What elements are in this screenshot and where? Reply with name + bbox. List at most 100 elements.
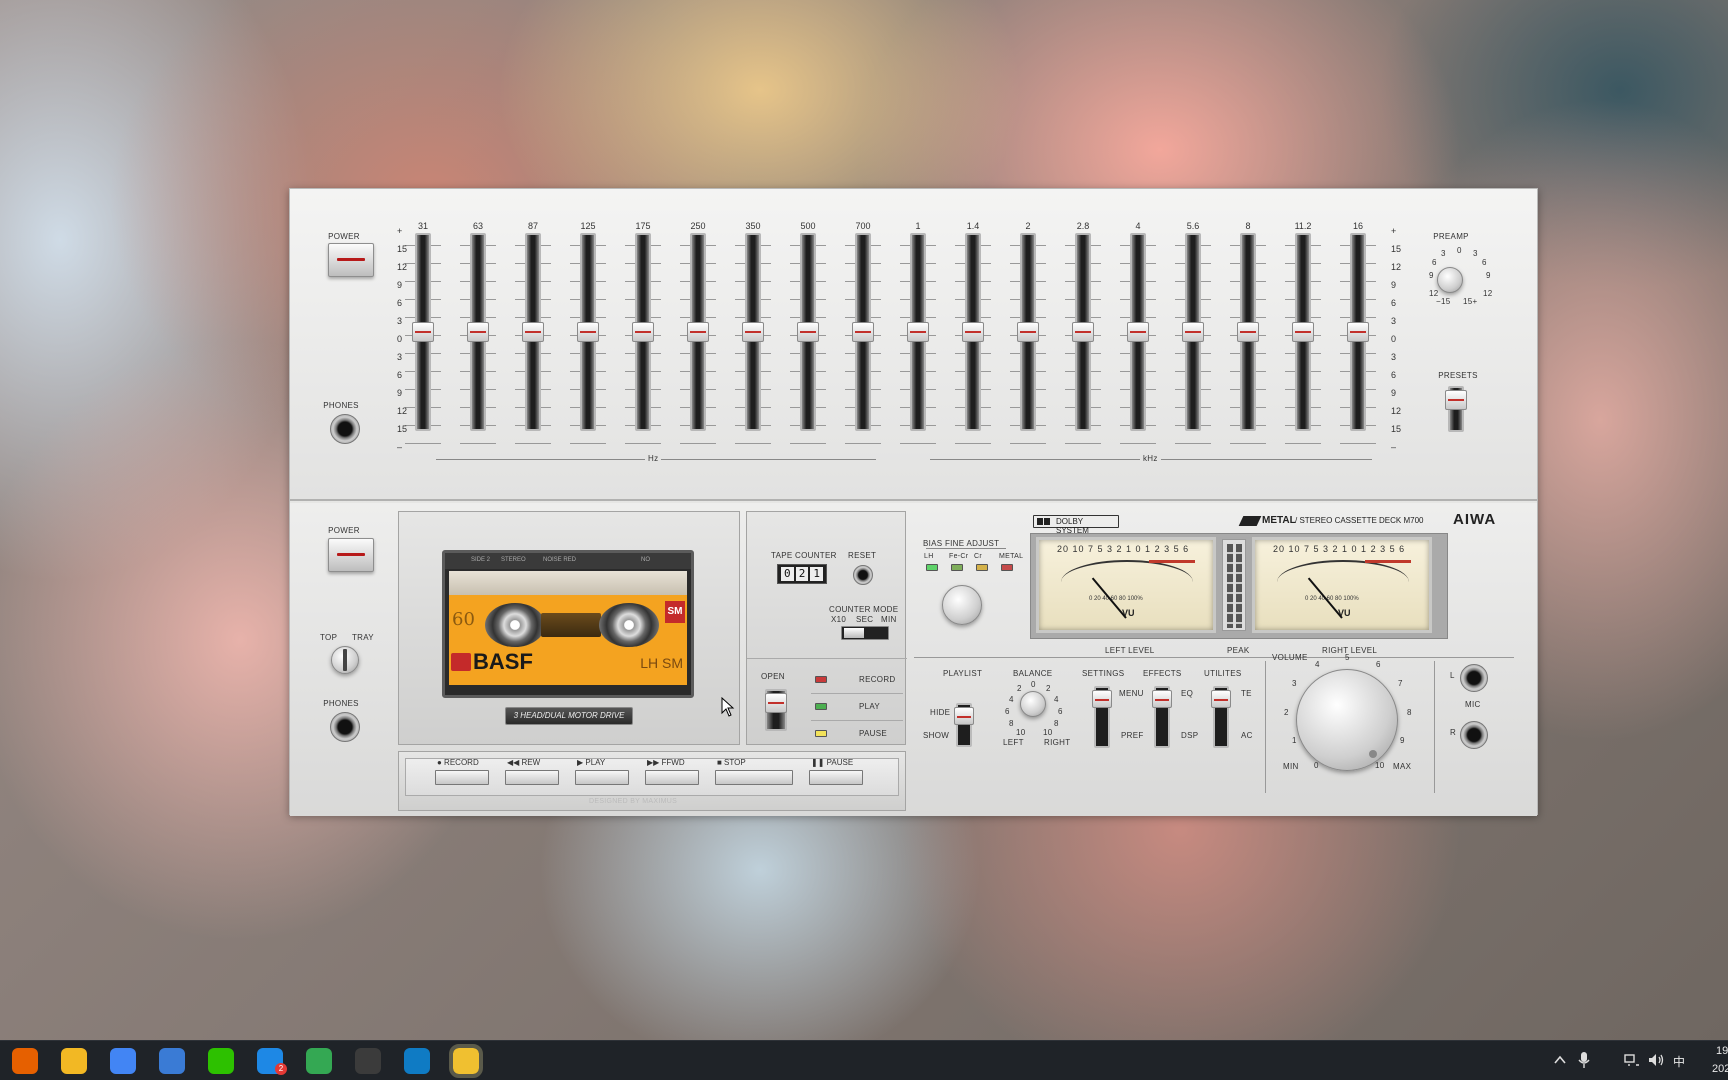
microphone-icon[interactable] [1578, 1051, 1590, 1069]
clock-date[interactable]: 2022 [1712, 1063, 1728, 1075]
eq-slider-500[interactable] [797, 233, 819, 431]
counter-digit-1: 0 [781, 567, 794, 581]
transport-button-4[interactable] [715, 770, 793, 785]
record-indicator-led [815, 676, 827, 683]
brand-logo: AIWA [1453, 511, 1497, 528]
sublime-icon[interactable] [355, 1048, 381, 1074]
preamp-knob[interactable] [1437, 267, 1463, 293]
eq-scale-mark: 15 [397, 424, 408, 434]
chrome-2-icon[interactable] [306, 1048, 332, 1074]
bias-type-label: LH [924, 553, 934, 560]
eq-slider-knob[interactable] [687, 322, 709, 342]
volume-min-label: MIN [1283, 762, 1299, 771]
eq-slider-700[interactable] [852, 233, 874, 431]
eq-slider-2.8[interactable] [1072, 233, 1094, 431]
eq-slider-31[interactable] [412, 233, 434, 431]
settings-switch[interactable] [1092, 686, 1112, 748]
eq-slider-5.6[interactable] [1182, 233, 1204, 431]
eq-slider-knob[interactable] [632, 322, 654, 342]
eq-slider-knob[interactable] [412, 322, 434, 342]
eq-slider-175[interactable] [632, 233, 654, 431]
eq-power-button[interactable] [328, 243, 374, 277]
eq-slider-2[interactable] [1017, 233, 1039, 431]
eq-band-label: 700 [855, 221, 871, 231]
bias-led[interactable] [976, 564, 988, 571]
eq-slider-16[interactable] [1347, 233, 1369, 431]
eq-slider-knob[interactable] [1127, 322, 1149, 342]
eq-scale-mark: – [1391, 442, 1397, 452]
eq-tick [735, 443, 771, 444]
eq-slider-knob[interactable] [742, 322, 764, 342]
tape-deck-section: POWER TOP TRAY PHONES SIDE 2 STEREO NOIS… [290, 503, 1537, 816]
network-icon[interactable] [1624, 1053, 1640, 1067]
right-vu-scale: 20 10 7 5 3 2 1 0 1 2 3 5 6 [1273, 544, 1406, 554]
eq-slider-knob[interactable] [577, 322, 599, 342]
bias-knob[interactable] [942, 585, 982, 625]
deck-power-button[interactable] [328, 538, 374, 572]
open-switch[interactable] [765, 689, 787, 731]
counter-mode-switch[interactable] [841, 626, 889, 640]
playlist-switch[interactable] [954, 703, 974, 747]
wechat-icon[interactable] [208, 1048, 234, 1074]
eq-slider-4[interactable] [1127, 233, 1149, 431]
eq-band-label: 87 [527, 221, 538, 231]
eq-slider-knob[interactable] [1237, 322, 1259, 342]
eq-slider-knob[interactable] [797, 322, 819, 342]
eq-scale-mark: 0 [397, 334, 403, 344]
eq-slider-knob[interactable] [962, 322, 984, 342]
eq-slider-63[interactable] [467, 233, 489, 431]
edge-icon[interactable] [404, 1048, 430, 1074]
audio-app-icon[interactable] [449, 1044, 483, 1078]
volume-icon[interactable] [1647, 1052, 1665, 1068]
chevron-up-icon[interactable] [1554, 1055, 1566, 1065]
feishu-icon[interactable] [159, 1048, 185, 1074]
utilites-switch[interactable] [1211, 686, 1231, 748]
transport-button-3[interactable] [645, 770, 699, 785]
eq-slider-knob[interactable] [1017, 322, 1039, 342]
balance-mark-l8: 8 [1009, 719, 1014, 728]
bias-led[interactable] [951, 564, 963, 571]
eq-slider-knob[interactable] [1182, 322, 1204, 342]
bias-led[interactable] [926, 564, 938, 571]
transport-button-2[interactable] [575, 770, 629, 785]
effects-switch[interactable] [1152, 686, 1172, 748]
bias-led[interactable] [1001, 564, 1013, 571]
transport-button-0[interactable] [435, 770, 489, 785]
vol-mark-4: 4 [1315, 660, 1320, 669]
balance-label: BALANCE [1013, 669, 1053, 678]
file-explorer-icon[interactable] [61, 1048, 87, 1074]
balance-knob[interactable] [1020, 691, 1046, 717]
eq-slider-8[interactable] [1237, 233, 1259, 431]
cassette-window[interactable]: SIDE 2 STEREO NOISE RED NO 60 SM BASF LH… [442, 550, 694, 698]
eq-slider-knob[interactable] [1347, 322, 1369, 342]
designer-credit: DESIGNED BY MAXIMUS [589, 798, 678, 805]
eq-slider-250[interactable] [687, 233, 709, 431]
eq-slider-knob[interactable] [852, 322, 874, 342]
firefox-icon[interactable] [12, 1048, 38, 1074]
volume-knob[interactable] [1296, 669, 1398, 771]
chrome-icon[interactable] [110, 1048, 136, 1074]
eq-scale-mark: 9 [1391, 280, 1397, 290]
presets-switch[interactable] [1445, 386, 1467, 432]
eq-slider-knob[interactable] [1072, 322, 1094, 342]
transport-button-5[interactable] [809, 770, 863, 785]
ime-indicator[interactable]: 中 [1673, 1053, 1685, 1070]
eq-slider-knob[interactable] [907, 322, 929, 342]
eq-slider-11.2[interactable] [1292, 233, 1314, 431]
eq-slider-125[interactable] [577, 233, 599, 431]
mode-sec: SEC [856, 615, 874, 624]
transport-button-1[interactable] [505, 770, 559, 785]
eq-slider-1.4[interactable] [962, 233, 984, 431]
eq-slider-knob[interactable] [467, 322, 489, 342]
clock-time[interactable]: 19 [1716, 1045, 1728, 1057]
eq-slider-1[interactable] [907, 233, 929, 431]
eq-tick [955, 443, 991, 444]
settings-label: SETTINGS [1082, 669, 1125, 678]
eq-slider-350[interactable] [742, 233, 764, 431]
eq-slider-87[interactable] [522, 233, 544, 431]
eq-slider-knob[interactable] [1292, 322, 1314, 342]
mic-l-label: L [1450, 671, 1455, 680]
hide-label: HIDE [930, 708, 951, 717]
reset-button[interactable] [853, 565, 873, 585]
eq-slider-knob[interactable] [522, 322, 544, 342]
